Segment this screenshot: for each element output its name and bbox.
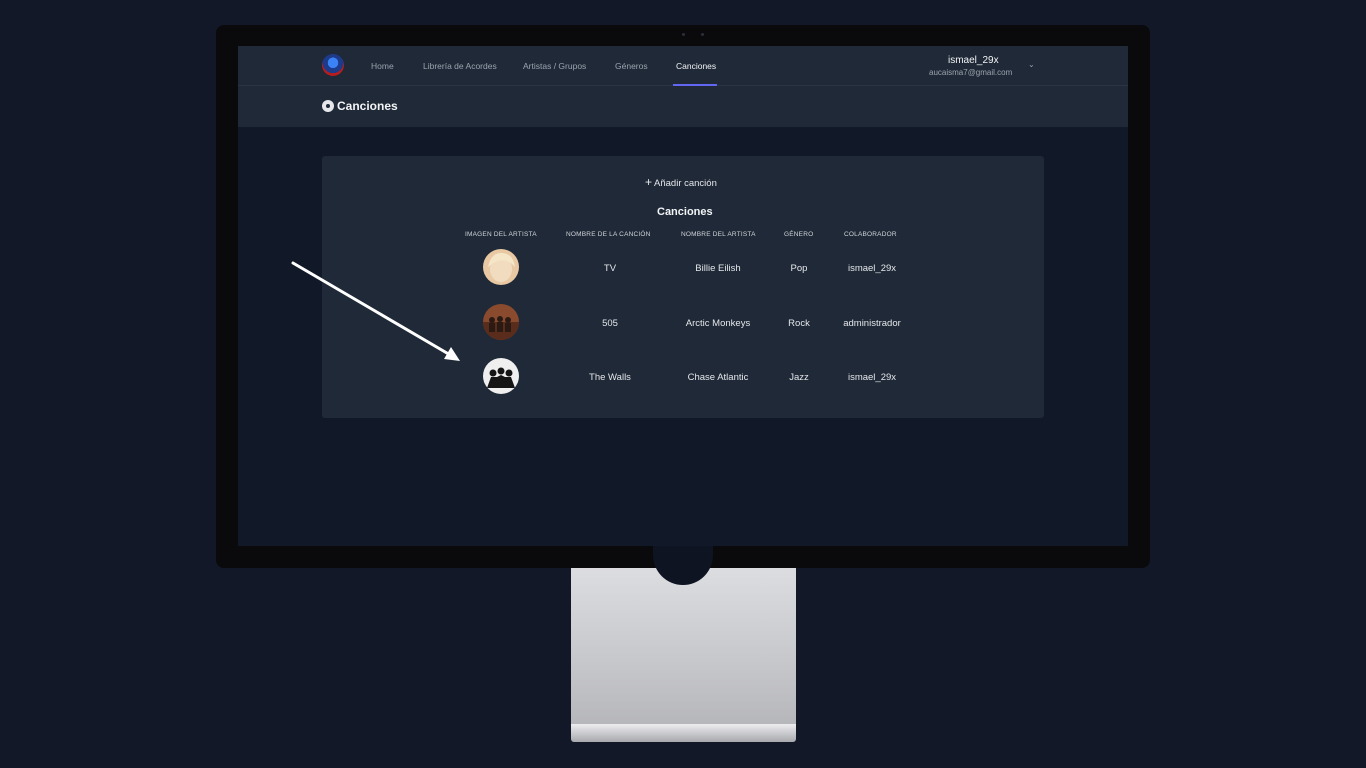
annotation-arrow-icon: [291, 261, 460, 361]
